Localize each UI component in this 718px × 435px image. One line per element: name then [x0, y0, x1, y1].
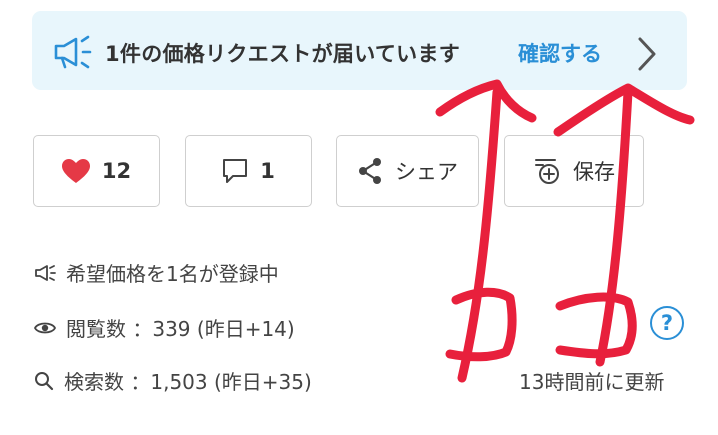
- eye-icon: [34, 322, 56, 333]
- banner-text: 1件の価格リクエストが届いています: [105, 42, 461, 66]
- comment-icon: [223, 159, 248, 183]
- annotation-arrow-right: [595, 87, 633, 367]
- views-text: 閲覧数 ：339 (昨日+14): [66, 317, 295, 341]
- search-icon: [35, 371, 54, 390]
- price-request-text: 希望価格を1名が登録中: [66, 262, 279, 286]
- annotation-ko-left: [445, 287, 517, 362]
- like-count: 12: [101, 159, 132, 183]
- save-label: 保存: [573, 160, 615, 184]
- confirm-link[interactable]: 確認する: [518, 38, 602, 68]
- searches-stat: 検索数 ：1,503 (昨日+35): [34, 366, 312, 395]
- help-icon[interactable]: ?: [650, 306, 684, 340]
- save-button[interactable]: 保存: [504, 135, 644, 207]
- chevron-right-icon[interactable]: [635, 34, 659, 74]
- updated-text: 13時間前に更新: [519, 370, 665, 394]
- share-button[interactable]: シェア: [336, 135, 479, 207]
- megaphone-icon: [35, 264, 56, 281]
- share-label: シェア: [395, 160, 458, 184]
- like-button[interactable]: 12: [33, 135, 160, 207]
- comment-count: 1: [260, 159, 275, 183]
- annotation-ko-right: [555, 292, 637, 359]
- views-stat: 閲覧数 ：339 (昨日+14): [34, 313, 295, 342]
- megaphone-icon: [54, 35, 92, 69]
- searches-text: 検索数 ：1,503 (昨日+35): [64, 370, 312, 394]
- save-list-icon: [535, 159, 559, 184]
- annotation-arrowhead-right: [553, 83, 695, 137]
- comment-button[interactable]: 1: [185, 135, 312, 207]
- share-icon: [359, 158, 381, 184]
- heart-icon: [61, 158, 90, 183]
- price-request-stat: 希望価格を1名が登録中: [34, 258, 279, 287]
- price-request-banner[interactable]: 1件の価格リクエストが届いています 確認する: [32, 11, 687, 90]
